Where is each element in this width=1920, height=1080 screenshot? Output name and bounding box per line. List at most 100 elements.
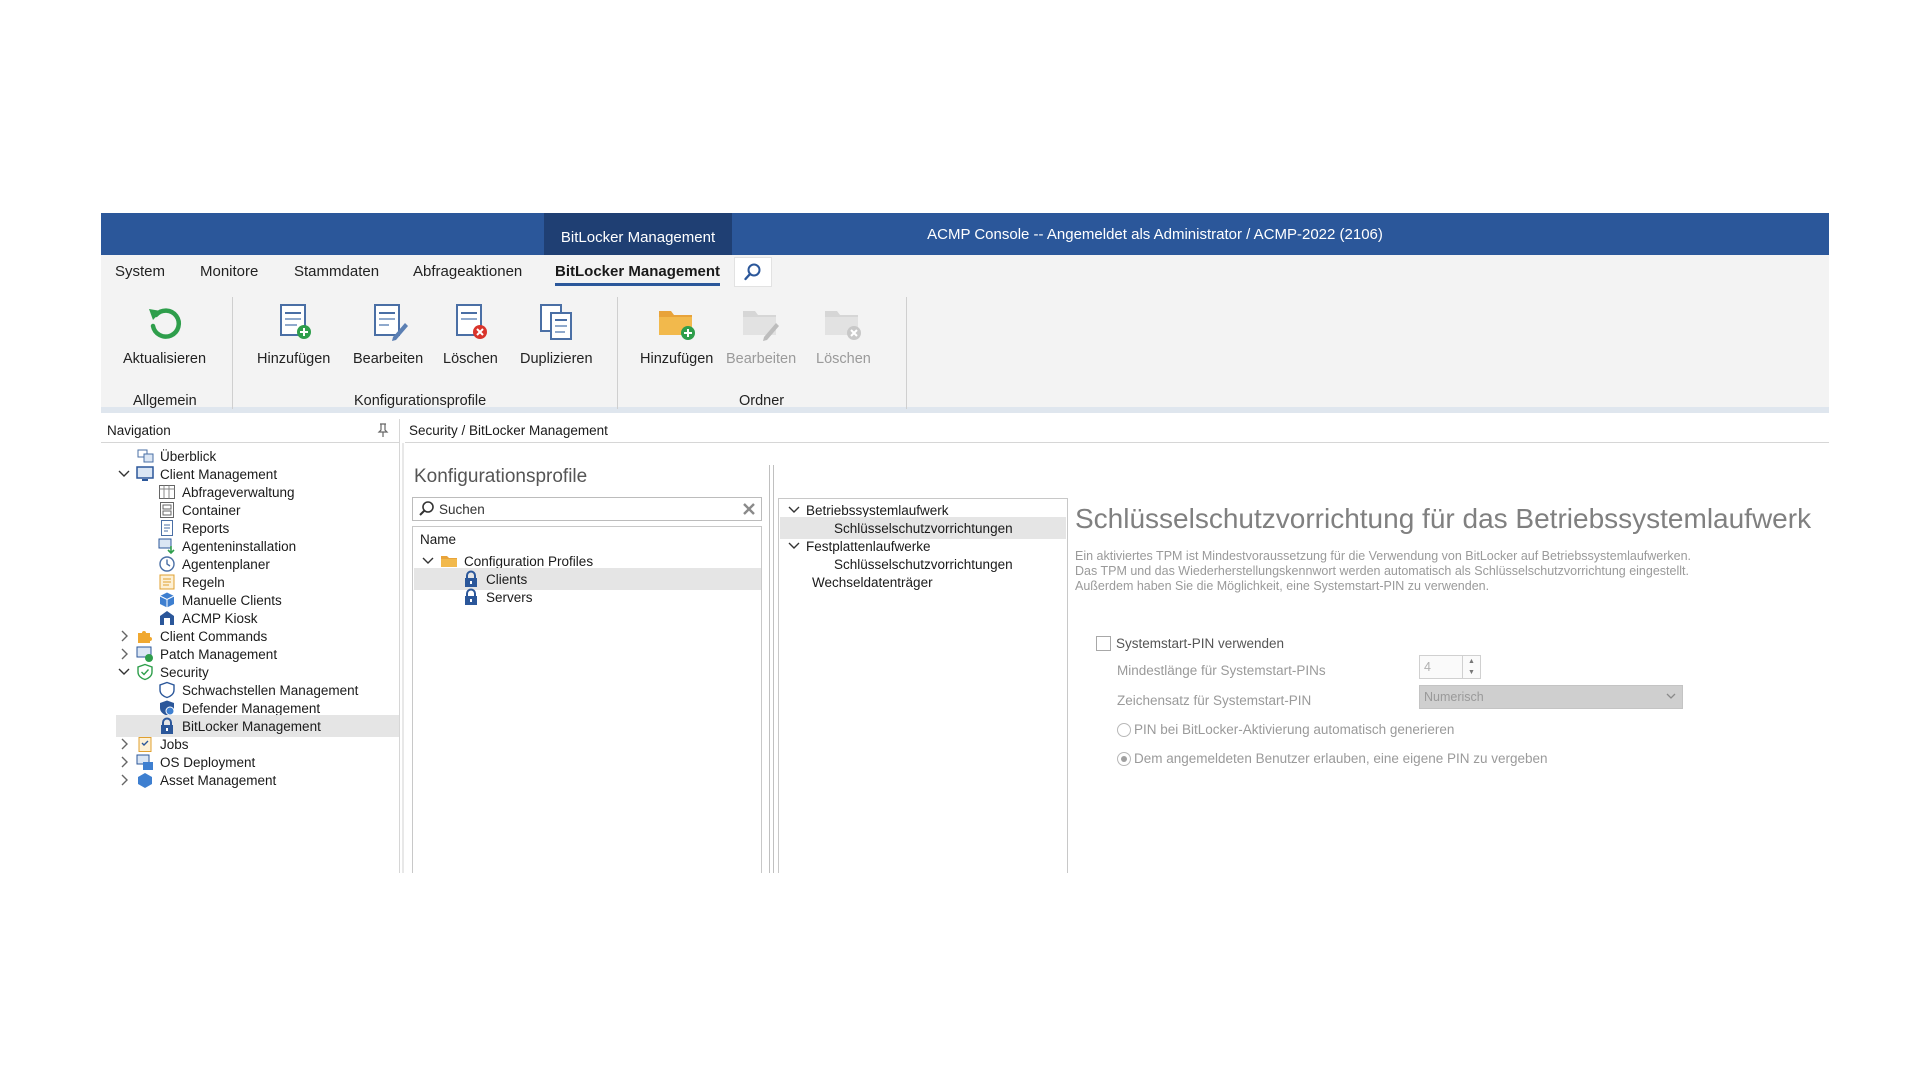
- radio-label: Dem angemeldeten Benutzer erlauben, eine…: [1134, 751, 1548, 766]
- search-button[interactable]: [734, 257, 772, 287]
- checkbox-box[interactable]: [1096, 636, 1111, 651]
- nav-item-label: Agenteninstallation: [182, 538, 297, 554]
- nav-item-label: Manuelle Clients: [182, 592, 282, 608]
- splitter[interactable]: [402, 443, 404, 873]
- detail-title: Schlüsselschutzvorrichtung für das Betri…: [1075, 503, 1812, 534]
- profiles-root-label: Configuration Profiles: [464, 553, 594, 569]
- min-length-stepper[interactable]: 4 ▲ ▼: [1419, 655, 1481, 679]
- radio-button[interactable]: [1117, 751, 1131, 766]
- profile-edit-label: Bearbeiten: [353, 351, 424, 367]
- pane-divider: [769, 465, 770, 873]
- folder-delete-icon: [825, 311, 862, 340]
- section-wechseldatentraeger[interactable]: Wechseldatenträger: [812, 571, 933, 593]
- lock-icon: [465, 588, 477, 605]
- pin-icon[interactable]: [375, 422, 391, 438]
- breadcrumb: Security / BitLocker Management: [405, 419, 1829, 443]
- refresh-label: Aktualisieren: [123, 351, 207, 367]
- profile-add-label: Hinzufügen: [257, 351, 331, 367]
- nav-item-label: Überblick: [160, 448, 217, 464]
- title-bar: ACMP Console -- Angemeldet als Administr…: [101, 213, 1829, 255]
- tab-stammdaten[interactable]: Stammdaten: [294, 263, 379, 280]
- folder-delete-button[interactable]: Löschen: [816, 301, 871, 367]
- nav-item-label: Patch Management: [160, 646, 278, 662]
- ribbon-separator: [617, 297, 618, 409]
- nav-item-label: Jobs: [160, 736, 189, 752]
- navigation-header: Navigation: [101, 419, 399, 443]
- nav-item-label: Defender Management: [182, 700, 321, 716]
- radio-button[interactable]: [1117, 722, 1131, 737]
- profile-item-label: Clients: [486, 571, 528, 587]
- nav-item-label: Security: [160, 664, 209, 680]
- chevron-down-icon[interactable]: ▼: [1468, 669, 1475, 676]
- folder-add-icon: [658, 311, 695, 340]
- nav-item-label: OS Deployment: [160, 754, 256, 770]
- folder-edit-button[interactable]: Bearbeiten: [726, 301, 796, 367]
- chevron-right-icon[interactable]: [116, 754, 132, 770]
- profile-edit-button[interactable]: Bearbeiten: [353, 301, 423, 367]
- chevron-down-icon[interactable]: [420, 553, 436, 569]
- detail-description: Ein aktiviertes TPM ist Mindestvorausset…: [1075, 549, 1692, 593]
- document-duplicate-icon: [540, 304, 573, 340]
- tab-bitlocker-management[interactable]: BitLocker Management: [555, 263, 721, 286]
- min-length-value: 4: [1424, 660, 1431, 674]
- chevron-right-icon[interactable]: [116, 628, 132, 644]
- pane-divider: [773, 465, 774, 873]
- nav-item-asset-management[interactable]: Asset Management: [116, 769, 276, 791]
- acmp-console-window: ACMP Console -- Angemeldet als Administr…: [101, 213, 1829, 873]
- folder-edit-icon: [743, 311, 780, 341]
- search-icon: [419, 501, 434, 516]
- chevron-right-icon[interactable]: [116, 772, 132, 788]
- section-label: Festplattenlaufwerke: [806, 538, 931, 554]
- section-item-label: Schlüsselschutzvorrichtungen: [834, 520, 1013, 536]
- folder-edit-label: Bearbeiten: [726, 351, 797, 367]
- nav-item-label: Asset Management: [160, 772, 277, 788]
- nav-item-label: Client Management: [160, 466, 278, 482]
- column-header-name[interactable]: Name: [420, 532, 456, 547]
- refresh-button[interactable]: Aktualisieren: [123, 301, 206, 367]
- section-label: Betriebssystemlaufwerk: [806, 502, 949, 518]
- profiles-search-input[interactable]: Suchen: [412, 497, 762, 521]
- group-label-konfigurationsprofile: Konfigurationsprofile: [354, 393, 487, 409]
- profile-duplicate-button[interactable]: Duplizieren: [520, 301, 593, 367]
- nav-item-label: BitLocker Management: [182, 718, 321, 734]
- folder-add-button[interactable]: Hinzufügen: [640, 301, 713, 367]
- ribbon-separator: [232, 297, 233, 409]
- ribbon-separator: [906, 297, 907, 409]
- nav-item-label: Container: [182, 502, 241, 518]
- nav-item-label: Regeln: [182, 574, 225, 590]
- systemstart-pin-checkbox[interactable]: Systemstart-PIN verwenden: [1096, 636, 1284, 651]
- tab-system[interactable]: System: [115, 263, 165, 280]
- chevron-down-icon[interactable]: [116, 664, 132, 680]
- chevron-right-icon[interactable]: [116, 646, 132, 662]
- profile-delete-button[interactable]: Löschen: [443, 301, 498, 367]
- menu-bar: System Monitore Stammdaten Abfrageaktion…: [101, 255, 1829, 289]
- tab-abfrageaktionen[interactable]: Abfrageaktionen: [413, 263, 522, 280]
- profile-item-servers[interactable]: Servers: [442, 586, 533, 608]
- chevron-right-icon[interactable]: [116, 736, 132, 752]
- radio-auto-generate-pin[interactable]: PIN bei BitLocker-Aktivierung automatisc…: [1117, 722, 1454, 737]
- tab-monitore[interactable]: Monitore: [200, 263, 258, 280]
- nav-item-label: Abfrageverwaltung: [182, 484, 295, 500]
- profile-delete-label: Löschen: [443, 351, 498, 367]
- profile-duplicate-label: Duplizieren: [520, 351, 593, 367]
- ribbon: Aktualisieren Allgemein Hinzufügen Bearb…: [101, 289, 1829, 413]
- clear-search-icon[interactable]: [741, 501, 757, 517]
- chevron-down-icon[interactable]: [116, 466, 132, 482]
- context-tab-bitlocker[interactable]: BitLocker Management: [544, 213, 732, 255]
- profiles-title: Konfigurationsprofile: [414, 466, 588, 487]
- nav-item-label: Reports: [182, 520, 230, 536]
- nav-item-label: Schwachstellen Management: [182, 682, 359, 698]
- section-item-label: Schlüsselschutzvorrichtungen: [834, 556, 1013, 572]
- min-length-label: Mindestlänge für Systemstart-PINs: [1117, 663, 1326, 678]
- settings-sections-tree: Betriebssystemlaufwerk Schlüsselschutzvo…: [778, 498, 1068, 873]
- radio-user-own-pin[interactable]: Dem angemeldeten Benutzer erlauben, eine…: [1117, 751, 1548, 766]
- profile-add-button[interactable]: Hinzufügen: [257, 301, 330, 367]
- chevron-up-icon[interactable]: ▲: [1468, 658, 1475, 665]
- search-placeholder: Suchen: [439, 501, 485, 517]
- stepper-arrows[interactable]: ▲ ▼: [1462, 656, 1480, 678]
- chevron-down-icon[interactable]: [786, 538, 802, 554]
- document-edit-icon: [374, 304, 409, 341]
- window-title: ACMP Console -- Angemeldet als Administr…: [927, 225, 1383, 243]
- charset-select[interactable]: Numerisch: [1419, 685, 1683, 709]
- chevron-down-icon[interactable]: [786, 502, 802, 518]
